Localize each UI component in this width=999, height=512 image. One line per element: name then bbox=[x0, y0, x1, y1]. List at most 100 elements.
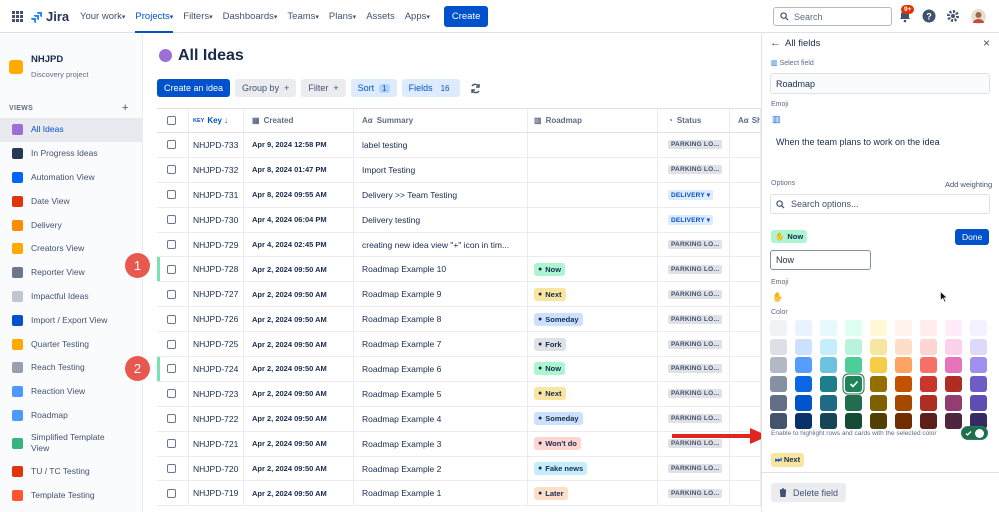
cell-key[interactable]: NHJPD-724 bbox=[189, 357, 244, 381]
filter-button[interactable]: Filter + bbox=[301, 79, 346, 97]
nav-plans[interactable]: Plans ▾ bbox=[329, 0, 356, 33]
cell-summary[interactable]: Roadmap Example 2 bbox=[354, 456, 528, 481]
color-swatch[interactable] bbox=[795, 357, 812, 374]
cell-status[interactable]: PARKING LO... bbox=[658, 307, 730, 332]
color-swatch[interactable] bbox=[970, 357, 987, 374]
help-icon[interactable]: ? bbox=[922, 9, 936, 23]
cell-status[interactable]: PARKING LO... bbox=[658, 157, 730, 182]
cell-key[interactable]: NHJPD-725 bbox=[189, 332, 244, 357]
cell-status[interactable]: PARKING LO... bbox=[658, 481, 730, 506]
cell-roadmap[interactable] bbox=[528, 157, 658, 182]
cell-key[interactable]: NHJPD-720 bbox=[189, 456, 244, 481]
cell-status[interactable]: PARKING LO... bbox=[658, 282, 730, 307]
cell-status[interactable]: PARKING LO... bbox=[658, 232, 730, 257]
cell-key[interactable]: NHJPD-726 bbox=[189, 307, 244, 332]
cell-status[interactable]: DELIVERY ▾ bbox=[658, 182, 730, 207]
color-swatch[interactable] bbox=[845, 320, 862, 336]
color-swatch[interactable] bbox=[870, 357, 887, 374]
row-checkbox[interactable] bbox=[157, 207, 189, 232]
cell-key[interactable]: NHJPD-727 bbox=[189, 282, 244, 307]
nav-apps[interactable]: Apps ▾ bbox=[405, 0, 430, 33]
search-options-input[interactable]: Search options... bbox=[770, 194, 990, 214]
back-arrow-icon[interactable]: ← bbox=[770, 37, 781, 49]
sidebar-view-tu-tc-testing[interactable]: TU / TC Testing bbox=[0, 459, 142, 483]
cell-key[interactable]: NHJPD-728 bbox=[189, 257, 244, 282]
nav-projects[interactable]: Projects ▾ bbox=[135, 0, 173, 33]
color-swatch[interactable] bbox=[770, 357, 787, 374]
color-swatch[interactable] bbox=[920, 357, 937, 374]
row-checkbox[interactable] bbox=[157, 406, 189, 431]
table-row[interactable]: NHJPD-726 Apr 2, 2024 09:50 AM Roadmap Exa… bbox=[157, 307, 761, 333]
color-swatch[interactable] bbox=[870, 394, 887, 411]
app-switcher-icon[interactable] bbox=[12, 11, 23, 22]
sidebar-view-creators-view[interactable]: Creators View bbox=[0, 237, 142, 261]
color-swatch[interactable] bbox=[895, 394, 912, 411]
cell-summary[interactable]: Roadmap Example 9 bbox=[354, 282, 528, 307]
color-swatch[interactable] bbox=[920, 394, 937, 411]
table-row[interactable]: NHJPD-721 Apr 2, 2024 09:50 AM Roadmap Exa… bbox=[157, 431, 761, 457]
sidebar-view-simplified-template-view[interactable]: Simplified Template View bbox=[0, 427, 142, 459]
color-swatch[interactable] bbox=[945, 376, 962, 393]
cell-key[interactable]: NHJPD-733 bbox=[189, 133, 244, 157]
column-header-key[interactable]: KEY Key ↓ bbox=[189, 109, 244, 132]
sidebar-view-import-export-view[interactable]: Import / Export View bbox=[0, 308, 142, 332]
table-row[interactable]: NHJPD-730 Apr 4, 2024 06:04 PM Delivery te… bbox=[157, 207, 761, 233]
color-swatch[interactable] bbox=[795, 413, 812, 430]
color-swatch[interactable] bbox=[920, 413, 937, 430]
table-row[interactable]: NHJPD-731 Apr 8, 2024 09:55 AM Delivery >>… bbox=[157, 182, 761, 208]
sidebar-view-quarter-testing[interactable]: Quarter Testing bbox=[0, 332, 142, 356]
color-swatch[interactable] bbox=[795, 320, 812, 336]
row-checkbox[interactable] bbox=[157, 456, 189, 481]
sidebar-view-automation-view[interactable]: Automation View bbox=[0, 166, 142, 190]
column-header-roadmap[interactable]: ▥ Roadmap bbox=[528, 109, 658, 132]
option-chip-now[interactable]: ✋ Now bbox=[771, 230, 808, 243]
cell-summary[interactable]: Roadmap Example 8 bbox=[354, 307, 528, 332]
close-icon[interactable]: × bbox=[983, 36, 990, 50]
cell-status[interactable]: PARKING LO... bbox=[658, 357, 730, 381]
color-swatch-selected[interactable] bbox=[845, 376, 862, 393]
color-swatch[interactable] bbox=[920, 376, 937, 393]
row-checkbox[interactable] bbox=[157, 182, 189, 207]
cell-roadmap[interactable]: ● Fake news bbox=[528, 456, 658, 481]
cell-summary[interactable]: Roadmap Example 7 bbox=[354, 332, 528, 357]
table-row[interactable]: NHJPD-728 Apr 2, 2024 09:50 AM Roadmap Exa… bbox=[157, 257, 761, 283]
color-swatch[interactable] bbox=[895, 357, 912, 374]
color-swatch[interactable] bbox=[945, 338, 962, 355]
add-weighting-button[interactable]: Add weighting bbox=[945, 180, 992, 189]
cell-summary[interactable]: Import Testing bbox=[354, 157, 528, 182]
cell-roadmap[interactable]: ● Now bbox=[528, 257, 658, 282]
color-swatch[interactable] bbox=[820, 376, 837, 393]
cell-summary[interactable]: Roadmap Example 4 bbox=[354, 406, 528, 431]
sidebar-view-reporter-view[interactable]: Reporter View bbox=[0, 261, 142, 285]
option-name-input[interactable]: Now bbox=[770, 250, 871, 270]
cell-status[interactable]: DELIVERY ▾ bbox=[658, 207, 730, 232]
color-swatch[interactable] bbox=[845, 357, 862, 374]
cell-roadmap[interactable] bbox=[528, 133, 658, 157]
create-button[interactable]: Create bbox=[443, 6, 489, 27]
cell-roadmap[interactable] bbox=[528, 207, 658, 232]
sidebar-view-in-progress-ideas[interactable]: In Progress Ideas bbox=[0, 142, 142, 166]
color-swatch[interactable] bbox=[820, 338, 837, 355]
color-swatch[interactable] bbox=[770, 413, 787, 430]
nav-dashboards[interactable]: Dashboards ▾ bbox=[223, 0, 278, 33]
row-checkbox[interactable] bbox=[157, 232, 189, 257]
sidebar-view-all-ideas[interactable]: All Ideas bbox=[0, 118, 142, 142]
highlight-rows-toggle[interactable] bbox=[961, 426, 988, 440]
cell-roadmap[interactable]: ● Later bbox=[528, 481, 658, 506]
color-swatch[interactable] bbox=[820, 394, 837, 411]
search-input[interactable]: Search bbox=[773, 7, 892, 26]
hand-emoji-icon[interactable]: ✋ bbox=[772, 292, 783, 303]
option-chip-next[interactable]: ⏭ Next bbox=[771, 453, 805, 467]
map-emoji-icon[interactable]: ▥ bbox=[772, 114, 781, 125]
cell-summary[interactable]: Delivery >> Team Testing bbox=[354, 182, 528, 207]
nav-assets[interactable]: Assets bbox=[366, 0, 395, 33]
select-field-dropdown[interactable]: Roadmap bbox=[770, 73, 990, 94]
delete-field-button[interactable]: Delete field bbox=[771, 483, 847, 502]
color-swatch[interactable] bbox=[920, 338, 937, 355]
color-swatch[interactable] bbox=[820, 320, 837, 336]
column-header-created[interactable]: ▦ Created bbox=[244, 109, 354, 132]
color-swatch[interactable] bbox=[920, 320, 937, 336]
row-checkbox[interactable] bbox=[157, 332, 189, 357]
color-swatch[interactable] bbox=[870, 320, 887, 336]
sort-button[interactable]: Sort 1 bbox=[350, 79, 397, 97]
